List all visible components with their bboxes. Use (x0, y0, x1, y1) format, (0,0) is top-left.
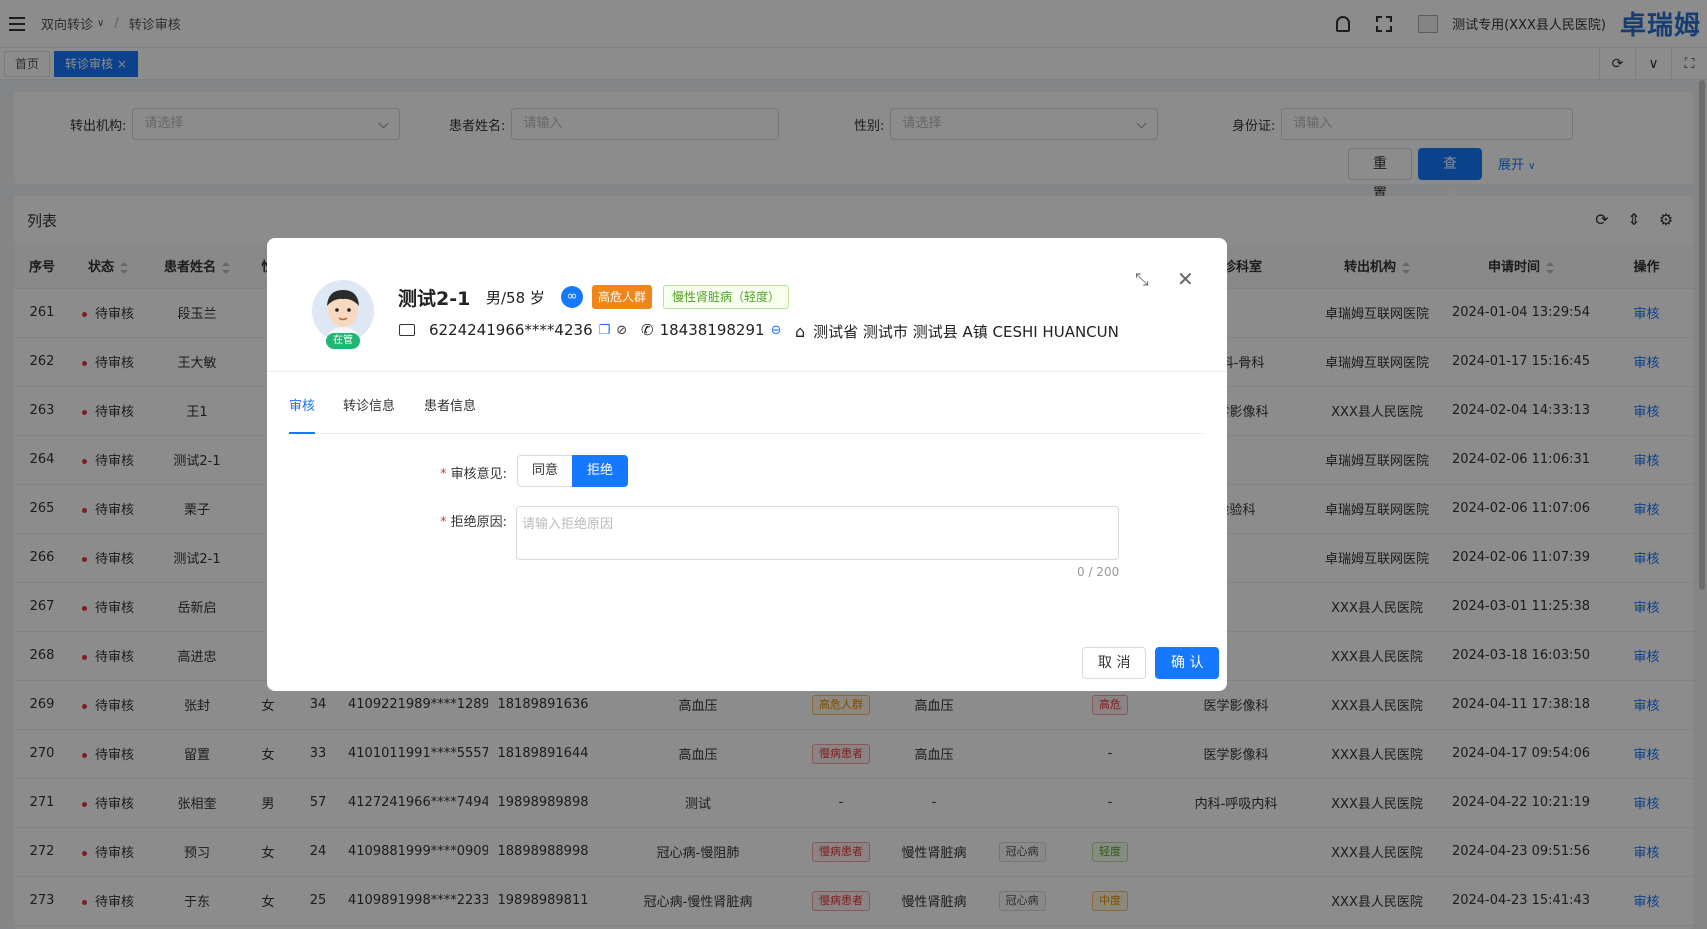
id-card-icon (399, 324, 415, 336)
char-counter: 0 / 200 (1077, 565, 1120, 579)
confirm-button[interactable]: 确 认 (1155, 647, 1220, 679)
tab-review[interactable]: 审核 (289, 396, 316, 434)
home-icon: ⌂ (795, 322, 806, 341)
phone-icon: ✆ (641, 321, 654, 339)
patient-address: ⌂ 测试省 测试市 测试县 A镇 CESHI HUANCUN (795, 321, 1119, 342)
copy-icon[interactable]: ❐ (599, 323, 611, 338)
required-mark: * (440, 515, 447, 530)
agree-radio[interactable]: 同意 (517, 455, 573, 487)
patient-avatar: 在管 (312, 280, 374, 349)
reject-radio[interactable]: 拒绝 (572, 455, 629, 487)
opinion-radio-group: 同意 拒绝 (517, 455, 629, 487)
disease-tag: 慢性肾脏病（轻度） (663, 285, 790, 309)
patient-phone: ✆ 18438198291 ⊖ (641, 321, 781, 339)
link-icon[interactable]: ∞ (561, 286, 583, 308)
phone-value: 18438198291 (659, 321, 765, 339)
tab-patient-info[interactable]: 患者信息 (424, 396, 476, 434)
risk-tag: 高危人群 (592, 285, 653, 309)
in-care-badge: 在管 (326, 333, 360, 349)
reject-reason-textarea[interactable]: 请输入拒绝原因 (516, 506, 1119, 560)
opinion-label-text: 审核意见: (450, 467, 507, 482)
more-icon[interactable]: ⊖ (771, 323, 782, 338)
eye-off-icon[interactable]: ⊘ (616, 323, 627, 338)
patient-id-card: 6224241966****4236 ❐ ⊘ (399, 321, 627, 339)
tab-referral-info[interactable]: 转诊信息 (343, 396, 395, 434)
address-value: 测试省 测试市 测试县 A镇 CESHI HUANCUN (813, 323, 1119, 341)
opinion-label: * 审核意见: (417, 463, 507, 482)
id-card-value: 6224241966****4236 (429, 321, 593, 339)
modal-tabs: 审核 转诊信息 患者信息 (289, 396, 1205, 434)
modal-fullscreen-icon[interactable]: ⤡ (1135, 270, 1149, 290)
required-mark: * (440, 467, 447, 482)
review-modal: 在管 测试2-1 男/58 岁 ∞ 高危人群 慢性肾脏病（轻度） 6224241… (267, 238, 1227, 691)
textarea-placeholder: 请输入拒绝原因 (522, 517, 614, 532)
modal-divider (267, 371, 1227, 372)
patient-sex-age: 男/58 岁 (486, 289, 545, 307)
reason-label-text: 拒绝原因: (450, 515, 507, 530)
patient-name: 测试2-1 (398, 288, 471, 310)
reason-label: * 拒绝原因: (417, 511, 507, 530)
close-icon[interactable]: ✕ (1177, 267, 1194, 291)
cancel-button[interactable]: 取 消 (1082, 647, 1147, 679)
